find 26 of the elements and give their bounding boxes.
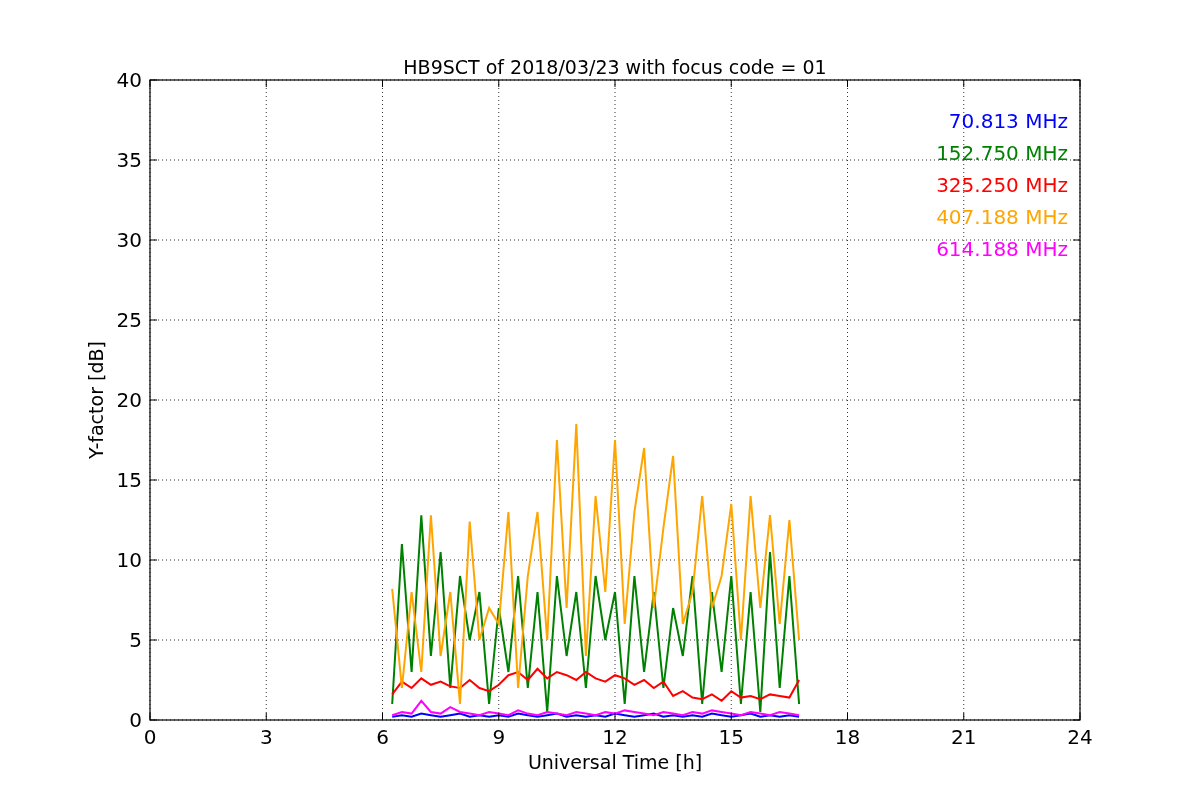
- legend-label: 325.250 MHz: [936, 173, 1068, 197]
- tick-label: 24: [1067, 725, 1093, 749]
- legend-label: 70.813 MHz: [948, 109, 1068, 133]
- tick-label: 6: [376, 725, 389, 749]
- tick-label: 0: [143, 725, 157, 749]
- tick-label: 15: [718, 725, 744, 749]
- tick-label: 5: [129, 628, 142, 652]
- tick-label: 10: [116, 548, 142, 572]
- legend-label: 407.188 MHz: [936, 205, 1068, 229]
- tick-label: 25: [116, 308, 142, 332]
- tick-label: 0: [129, 708, 142, 732]
- tick-label: 30: [116, 228, 142, 252]
- tick-label: 12: [602, 725, 628, 749]
- chart-title: HB9SCT of 2018/03/23 with focus code = 01: [403, 56, 827, 78]
- tick-label: 15: [116, 468, 142, 492]
- tick-label: 20: [116, 388, 142, 412]
- axis-label: Universal Time [h]: [527, 751, 703, 773]
- legend-label: 152.750 MHz: [936, 141, 1068, 165]
- tick-label: 40: [116, 68, 142, 92]
- tick-label: 3: [259, 725, 273, 749]
- tick-label: 21: [951, 725, 977, 749]
- legend-label: 614.188 MHz: [936, 237, 1068, 261]
- tick-label: 35: [116, 148, 142, 172]
- tick-label: 9: [492, 725, 506, 749]
- tick-label: 18: [834, 725, 861, 749]
- axis-label: Y-factor [dB]: [85, 341, 107, 459]
